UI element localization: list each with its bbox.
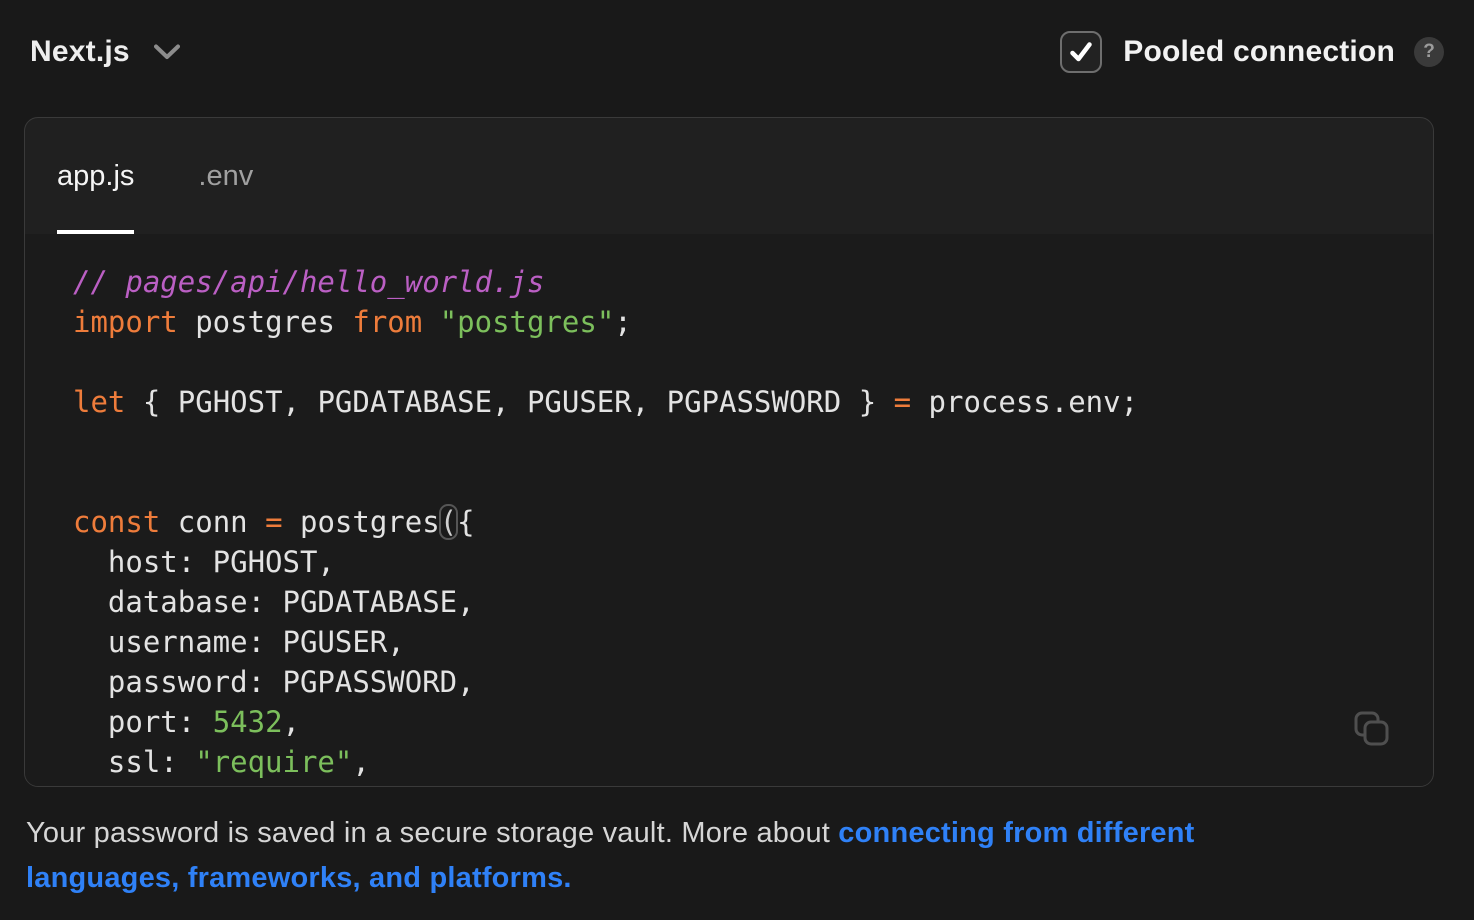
framework-selector[interactable]: Next.js — [30, 35, 180, 69]
top-bar: Next.js Pooled connection ? — [0, 0, 1474, 117]
check-icon — [1068, 39, 1094, 65]
code-line: host: PGHOST, — [73, 542, 1433, 582]
code-editor: // pages/api/hello_world.jsimport postgr… — [25, 234, 1433, 786]
password-vault-note: Your password is saved in a secure stora… — [26, 811, 1434, 901]
code-line: ssl: "require", — [73, 742, 1433, 782]
pooled-connection-toggle[interactable]: Pooled connection ? — [1060, 31, 1444, 73]
code-line — [73, 342, 1433, 382]
code-line: port: 5432, — [73, 702, 1433, 742]
code-line: password: PGPASSWORD, — [73, 662, 1433, 702]
code-line: // pages/api/hello_world.js — [73, 262, 1433, 302]
code-content: // pages/api/hello_world.jsimport postgr… — [73, 262, 1433, 782]
pooled-connection-checkbox[interactable] — [1060, 31, 1102, 73]
framework-selector-label: Next.js — [30, 35, 130, 69]
code-line: import postgres from "postgres"; — [73, 302, 1433, 342]
tab-bar: app.js .env — [25, 118, 1433, 234]
code-line: let { PGHOST, PGDATABASE, PGUSER, PGPASS… — [73, 382, 1433, 422]
question-mark-icon[interactable]: ? — [1414, 37, 1444, 67]
chevron-down-icon — [154, 44, 180, 60]
code-line: database: PGDATABASE, — [73, 582, 1433, 622]
code-line: const conn = postgres({ — [73, 502, 1433, 542]
tab-app-js[interactable]: app.js — [57, 118, 134, 234]
code-snippet-panel: app.js .env // pages/api/hello_world.jsi… — [24, 117, 1434, 787]
tab-env[interactable]: .env — [198, 118, 253, 234]
pooled-connection-label: Pooled connection — [1123, 35, 1395, 69]
copy-button[interactable] — [1347, 704, 1395, 752]
code-line — [73, 462, 1433, 502]
copy-icon — [1347, 704, 1395, 752]
code-line: username: PGUSER, — [73, 622, 1433, 662]
code-line — [73, 422, 1433, 462]
note-text: Your password is saved in a secure stora… — [26, 817, 838, 849]
